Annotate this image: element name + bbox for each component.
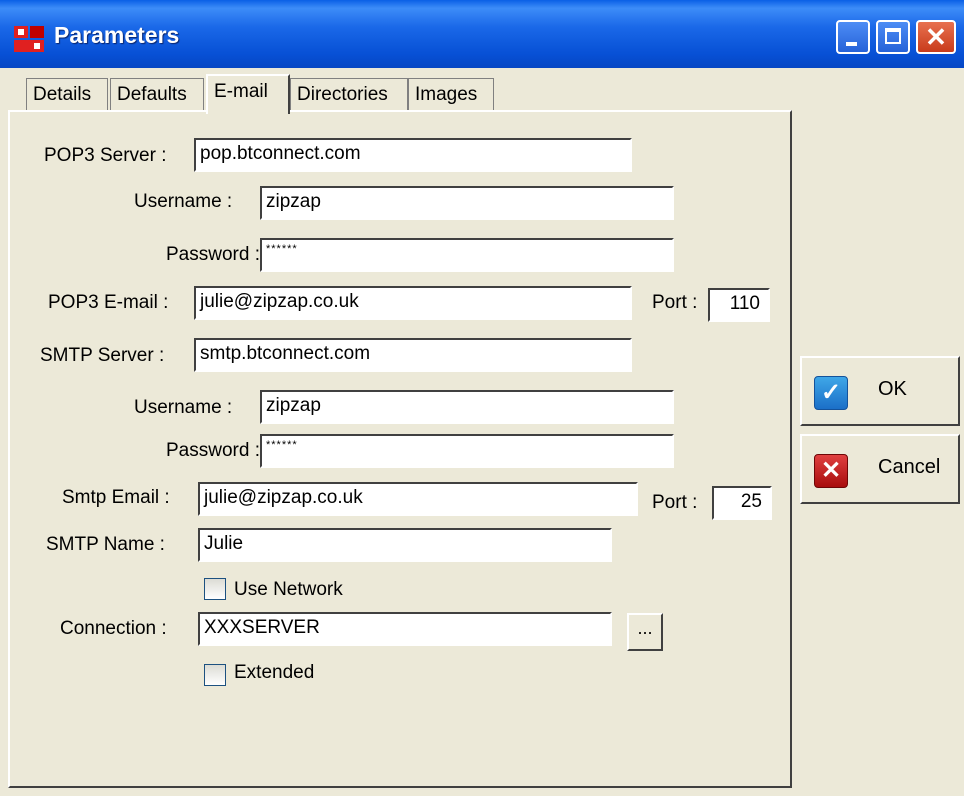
tab-images[interactable]: Images xyxy=(408,78,494,110)
connection-label: Connection : xyxy=(60,618,167,639)
smtp-server-input[interactable]: smtp.btconnect.com xyxy=(194,338,632,372)
maximize-icon xyxy=(885,28,901,44)
pop3-username-input[interactable]: zipzap xyxy=(260,186,674,220)
minimize-icon xyxy=(846,42,857,46)
app-icon xyxy=(14,26,44,52)
smtp-email-label: Smtp Email : xyxy=(62,487,170,508)
close-button[interactable]: ✕ xyxy=(916,20,956,54)
tab-details[interactable]: Details xyxy=(26,78,108,110)
extended-checkbox[interactable] xyxy=(204,664,226,686)
smtp-username-input[interactable]: zipzap xyxy=(260,390,674,424)
pop3-port-input[interactable]: 110 xyxy=(708,288,770,322)
connection-browse-button[interactable]: ... xyxy=(627,613,663,651)
use-network-checkbox[interactable] xyxy=(204,578,226,600)
pop3-password-label: Password : xyxy=(166,244,260,265)
check-icon: ✓ xyxy=(814,376,848,410)
cancel-button[interactable]: ✕ Cancel xyxy=(800,434,960,504)
use-network-label[interactable]: Use Network xyxy=(234,579,343,601)
title-bar[interactable]: Parameters ✕ xyxy=(0,0,964,68)
connection-input[interactable]: XXXSERVER xyxy=(198,612,612,646)
smtp-name-label: SMTP Name : xyxy=(46,534,165,555)
pop3-email-label: POP3 E-mail : xyxy=(48,292,169,313)
x-icon: ✕ xyxy=(814,454,848,488)
tab-defaults[interactable]: Defaults xyxy=(110,78,204,110)
smtp-port-input[interactable]: 25 xyxy=(712,486,772,520)
smtp-email-input[interactable]: julie@zipzap.co.uk xyxy=(198,482,638,516)
smtp-name-input[interactable]: Julie xyxy=(198,528,612,562)
maximize-button[interactable] xyxy=(876,20,910,54)
pop3-server-input[interactable]: pop.btconnect.com xyxy=(194,138,632,172)
ok-button-label: OK xyxy=(878,378,907,400)
smtp-server-label: SMTP Server : xyxy=(40,345,165,366)
parameters-window: Parameters ✕ Details Defaults E-mail Dir… xyxy=(0,0,964,796)
smtp-password-input[interactable]: ****** xyxy=(260,434,674,468)
ok-button[interactable]: ✓ OK xyxy=(800,356,960,426)
tab-email[interactable]: E-mail xyxy=(206,74,290,114)
smtp-username-label: Username : xyxy=(134,397,233,418)
pop3-username-label: Username : xyxy=(134,191,233,212)
cancel-button-label: Cancel xyxy=(878,456,941,478)
pop3-password-input[interactable]: ****** xyxy=(260,238,674,272)
pop3-port-label: Port : xyxy=(652,292,698,313)
close-icon: ✕ xyxy=(925,22,947,52)
tab-directories[interactable]: Directories xyxy=(290,78,408,110)
pop3-email-input[interactable]: julie@zipzap.co.uk xyxy=(194,286,632,320)
minimize-button[interactable] xyxy=(836,20,870,54)
extended-label[interactable]: Extended xyxy=(234,662,314,684)
smtp-password-label: Password : xyxy=(166,440,260,461)
pop3-server-label: POP3 Server : xyxy=(44,145,167,166)
window-title: Parameters xyxy=(54,22,180,48)
smtp-port-label: Port : xyxy=(652,492,698,513)
